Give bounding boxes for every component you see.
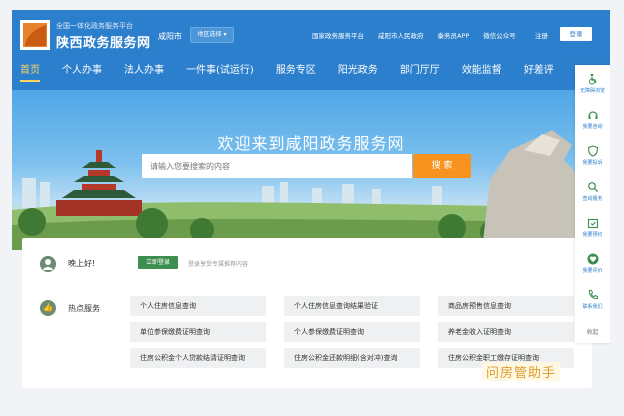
nav-item-supervision[interactable]: 效能监督 <box>462 61 502 76</box>
nav-item-rating[interactable]: 好差评 <box>524 61 554 76</box>
service-item[interactable]: 商品房预售信息查询 <box>438 296 574 316</box>
watermark-text: 问房管助手 <box>482 362 561 381</box>
floating-sidebar: 无障碍浏览 我要咨询 我要投诉 查询服务 我要预约 我要评价 联系我们 收起 <box>575 65 610 343</box>
sidebar-item-label: 我要投诉 <box>582 160 603 166</box>
hero-banner: 欢迎来到咸阳政务服务网 搜 索 <box>12 90 610 250</box>
nav-item-legal-person[interactable]: 法人办事 <box>124 61 164 76</box>
sidebar-item-complaint[interactable]: 我要投诉 <box>575 145 610 166</box>
top-link-app[interactable]: 秦务员APP <box>438 30 470 40</box>
sidebar-item-label: 我要评价 <box>582 268 603 274</box>
sidebar-item-evaluate[interactable]: 我要评价 <box>575 253 610 274</box>
wheelchair-icon <box>588 73 597 85</box>
nav-item-service-zone[interactable]: 服务专区 <box>276 61 316 76</box>
nav-item-one-thing[interactable]: 一件事(试运行) <box>186 61 254 76</box>
search-input[interactable] <box>142 154 412 178</box>
login-button[interactable]: 登录 <box>560 27 592 41</box>
service-item[interactable]: 住房公积金还款明细(含对冲)查询 <box>284 348 420 368</box>
service-item[interactable]: 个人参保缴费证明查询 <box>284 322 420 342</box>
sidebar-item-label: 我要预约 <box>582 232 603 238</box>
login-tip: 登录享受专属推荐内容 <box>188 261 249 268</box>
city-select-button[interactable]: 地区选择 ▾ <box>190 27 234 43</box>
search-icon <box>587 182 598 192</box>
city-select-label: 地区选择 <box>197 31 222 38</box>
current-city: 咸阳市 <box>158 32 182 41</box>
greeting-text: 晚上好! <box>68 259 96 268</box>
sidebar-item-accessibility[interactable]: 无障碍浏览 <box>575 73 610 94</box>
hero-title: 欢迎来到咸阳政务服务网 <box>217 134 405 153</box>
top-link-city-gov[interactable]: 咸阳市人民政府 <box>378 30 424 40</box>
nav-item-personal[interactable]: 个人办事 <box>62 61 102 76</box>
service-item[interactable]: 个人住房信息查询 <box>130 296 266 316</box>
sidebar-item-label: 我要咨询 <box>582 124 603 130</box>
sidebar-item-label: 无障碍浏览 <box>579 88 605 94</box>
browser-page: 全国一体化政务服务平台 陕西政务服务网 咸阳市 地区选择 ▾ 国家政务服务平台 … <box>12 10 610 406</box>
top-link-wechat[interactable]: 微信公众号 <box>483 30 516 40</box>
thumbs-up-icon: 👍 <box>40 300 56 316</box>
site-name[interactable]: 陕西政务服务网 <box>56 32 151 51</box>
service-item[interactable]: 住房公积金个人贷款结清证明查询 <box>130 348 266 368</box>
site-header: 全国一体化政务服务平台 陕西政务服务网 咸阳市 地区选择 ▾ 国家政务服务平台 … <box>12 10 610 90</box>
calendar-icon <box>587 218 598 229</box>
hot-services-label: 热点服务 <box>68 304 100 313</box>
site-logo <box>20 20 50 50</box>
sidebar-item-appointment[interactable]: 我要预约 <box>575 217 610 238</box>
sidebar-item-label: 联系我们 <box>582 304 603 310</box>
heart-icon <box>587 253 598 265</box>
nav-item-departments[interactable]: 部门厅厅 <box>400 61 440 76</box>
register-link[interactable]: 注册 <box>535 30 548 40</box>
nav-item-open-gov[interactable]: 阳光政务 <box>338 61 378 76</box>
search-button[interactable]: 搜 索 <box>413 154 471 178</box>
service-item[interactable]: 养老金收入证明查询 <box>438 322 574 342</box>
service-item[interactable]: 个人住房信息查询结果验证 <box>284 296 420 316</box>
main-nav: 首页 个人办事 法人办事 一件事(试运行) 服务专区 阳光政务 部门厅厅 效能监… <box>20 61 576 82</box>
login-now-button[interactable]: 立即登录 <box>138 256 178 269</box>
sidebar-item-contact[interactable]: 联系我们 <box>575 289 610 310</box>
user-avatar-icon <box>40 256 56 272</box>
phone-icon <box>588 290 598 300</box>
sidebar-collapse-button[interactable]: 收起 <box>575 327 610 336</box>
sidebar-item-label: 查询服务 <box>582 196 603 202</box>
sidebar-item-query[interactable]: 查询服务 <box>575 181 610 202</box>
nav-item-home[interactable]: 首页 <box>20 61 40 82</box>
service-item[interactable]: 单位参保缴费证明查询 <box>130 322 266 342</box>
top-link-national[interactable]: 国家政务服务平台 <box>312 30 364 40</box>
site-subtitle: 全国一体化政务服务平台 <box>56 22 133 30</box>
shield-icon <box>587 145 598 157</box>
headset-icon <box>587 111 598 119</box>
sidebar-item-consult[interactable]: 我要咨询 <box>575 109 610 130</box>
top-links: 国家政务服务平台 咸阳市人民政府 秦务员APP 微信公众号 <box>312 30 530 40</box>
